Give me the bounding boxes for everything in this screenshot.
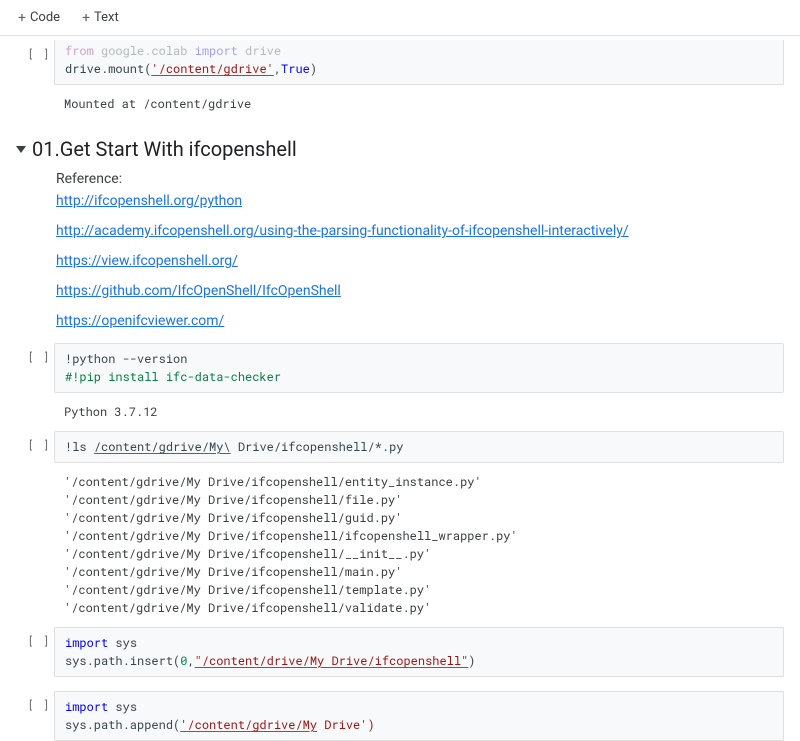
add-code-button[interactable]: + Code	[8, 6, 70, 29]
link-github[interactable]: https://github.com/IfcOpenShell/IfcOpenS…	[56, 283, 341, 299]
link-academy[interactable]: http://academy.ifcopenshell.org/using-th…	[56, 223, 629, 239]
section-header[interactable]: 01.Get Start With ifcopenshell	[16, 137, 800, 161]
code-cell[interactable]: [ ] import sys sys.path.insert(0,"/conte…	[24, 627, 800, 677]
add-text-label: Text	[94, 10, 119, 25]
run-button[interactable]: [ ]	[24, 40, 54, 85]
cell-output-row: Python 3.7.12	[24, 397, 800, 427]
code-cell[interactable]: [ ] !python --version #!pip install ifc-…	[24, 343, 800, 393]
notebook-toolbar: + Code + Text	[0, 0, 800, 36]
reference-links: http://ifcopenshell.org/python http://ac…	[56, 193, 800, 329]
run-button[interactable]: [ ]	[24, 343, 54, 393]
link-view[interactable]: https://view.ifcopenshell.org/	[56, 253, 238, 269]
code-cell[interactable]: [ ] import sys sys.path.append('/content…	[24, 691, 800, 741]
link-ifcopenshell-python[interactable]: http://ifcopenshell.org/python	[56, 193, 242, 209]
code-cell[interactable]: [ ] !ls /content/gdrive/My\ Drive/ifcope…	[24, 431, 800, 463]
add-code-label: Code	[30, 10, 60, 25]
code-editor[interactable]: import sys sys.path.insert(0,"/content/d…	[54, 627, 784, 677]
link-openifcviewer[interactable]: https://openifcviewer.com/	[56, 313, 224, 329]
plus-icon: +	[18, 11, 26, 25]
code-editor[interactable]: !ls /content/gdrive/My\ Drive/ifcopenshe…	[54, 431, 784, 463]
text-reference-label: Reference:	[56, 171, 800, 187]
notebook-body: [ ] from google.colab import drive drive…	[0, 40, 800, 741]
code-cell[interactable]: [ ] from google.colab import drive drive…	[24, 40, 800, 85]
code-editor[interactable]: import sys sys.path.append('/content/gdr…	[54, 691, 784, 741]
collapse-icon[interactable]	[16, 146, 26, 153]
section-title: 01.Get Start With ifcopenshell	[32, 137, 297, 161]
add-text-button[interactable]: + Text	[72, 6, 129, 29]
code-editor[interactable]: !python --version #!pip install ifc-data…	[54, 343, 784, 393]
cell-output: '/content/gdrive/My Drive/ifcopenshell/e…	[54, 467, 784, 623]
cell-output: Python 3.7.12	[54, 397, 784, 427]
run-button[interactable]: [ ]	[24, 691, 54, 741]
run-button[interactable]: [ ]	[24, 431, 54, 463]
cell-output-row: '/content/gdrive/My Drive/ifcopenshell/e…	[24, 467, 800, 623]
output-gutter	[24, 89, 54, 119]
output-gutter	[24, 397, 54, 427]
code-editor[interactable]: from google.colab import drive drive.mou…	[54, 40, 784, 85]
cell-output: Mounted at /content/gdrive	[54, 89, 784, 119]
run-button[interactable]: [ ]	[24, 627, 54, 677]
output-gutter	[24, 467, 54, 623]
cell-output-row: Mounted at /content/gdrive	[24, 89, 800, 119]
plus-icon: +	[82, 11, 90, 25]
